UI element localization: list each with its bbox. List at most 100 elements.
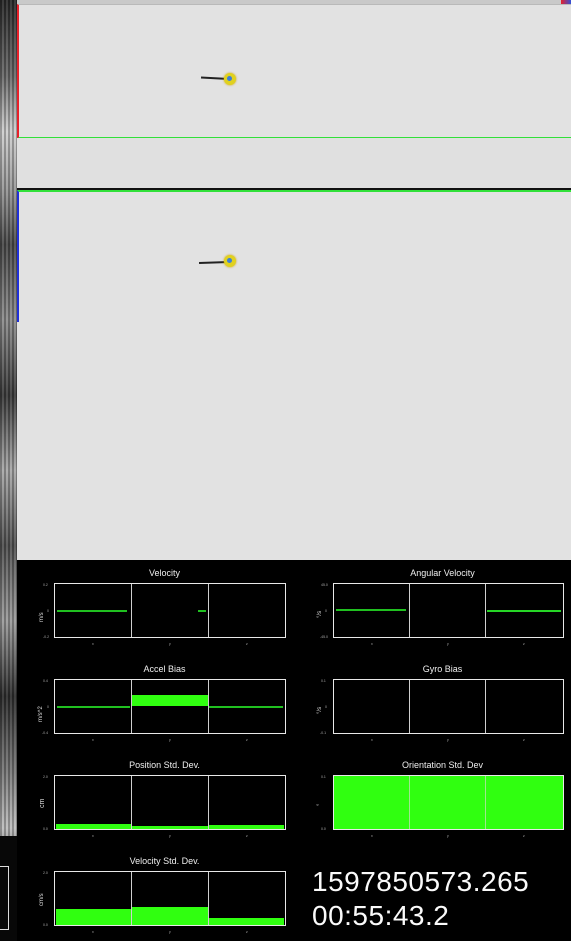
axis-divider — [409, 680, 410, 733]
y-tick: 0.2 — [43, 583, 48, 587]
y-tick: -0.2 — [43, 635, 50, 639]
axis-divider — [485, 776, 486, 829]
position-marker-icon — [224, 73, 236, 85]
y-tick: -0.1 — [320, 731, 327, 735]
orientation-std-plot: Orientation Std. Dev ° 0.1 0.0 x y z — [315, 760, 570, 842]
velocity-z-value — [198, 610, 206, 612]
angular-z-value — [487, 610, 561, 612]
x-tick: y — [169, 930, 171, 934]
plot-frame — [333, 775, 564, 830]
top-view-panel[interactable] — [17, 4, 571, 139]
gyro-bias-plot: Gyro Bias °/s 0.1 0 -0.1 x y z — [315, 664, 570, 746]
plot-title: Accel Bias — [143, 664, 186, 674]
y-tick: 2.0 — [43, 871, 48, 875]
camera-background-strip — [0, 0, 17, 941]
y-axis-label: °/s — [317, 610, 323, 618]
velocity-x-value — [57, 610, 127, 612]
x-tick: x — [92, 738, 94, 742]
x-tick: y — [447, 834, 449, 838]
position-std-plot: Position Std. Dev. cm 2.0 0.0 x y z — [37, 760, 292, 842]
velstd-x-bar — [56, 909, 131, 925]
plot-frame — [54, 871, 286, 926]
y-tick: 0.4 — [43, 679, 48, 683]
x-tick: x — [92, 834, 94, 838]
x-tick: z — [246, 738, 248, 742]
x-tick: y — [169, 738, 171, 742]
velstd-y-bar — [132, 907, 208, 925]
plot-title: Position Std. Dev. — [129, 760, 200, 770]
x-tick: x — [371, 834, 373, 838]
x-tick: x — [371, 738, 373, 742]
axis-divider — [208, 872, 209, 925]
orientation-fill — [334, 776, 563, 829]
plot-title: Orientation Std. Dev — [401, 760, 484, 770]
plot-frame — [54, 775, 286, 830]
angular-x-value — [336, 609, 406, 611]
x-tick: z — [523, 834, 525, 838]
y-tick: 0.1 — [321, 775, 326, 779]
accel-bias-plot: Accel Bias m/s^2 0.4 0 -0.4 x y z — [37, 664, 292, 746]
empty-view-area — [17, 322, 571, 560]
y-tick: 0.0 — [43, 923, 48, 927]
x-tick: x — [371, 642, 373, 646]
x-tick: z — [523, 738, 525, 742]
y-axis-label: m/s — [39, 612, 45, 622]
x-tick: z — [246, 834, 248, 838]
x-tick: y — [447, 642, 449, 646]
y-tick: 2.0 — [43, 775, 48, 779]
angular-velocity-plot: Angular Velocity °/s 45.0 0 -45.0 x y z — [315, 568, 570, 650]
panel-gap — [17, 138, 571, 188]
position-x-bar — [56, 824, 131, 829]
x-tick: y — [447, 738, 449, 742]
plot-title: Angular Velocity — [410, 568, 475, 578]
plot-frame — [333, 679, 564, 734]
position-y-bar — [132, 826, 208, 829]
axis-divider — [131, 584, 132, 637]
plot-frame — [333, 583, 564, 638]
y-axis-label: cm — [39, 798, 46, 808]
plot-title: Velocity — [148, 568, 181, 578]
axis-divider — [485, 680, 486, 733]
plot-frame — [54, 583, 286, 638]
x-tick: z — [523, 642, 525, 646]
x-tick: x — [92, 930, 94, 934]
x-tick: z — [246, 642, 248, 646]
y-tick: -0.4 — [42, 731, 49, 735]
y-tick: 0 — [47, 705, 49, 709]
accel-x-value — [57, 706, 130, 708]
x-tick: y — [169, 642, 171, 646]
x-tick: z — [246, 930, 248, 934]
axis-divider — [131, 776, 132, 829]
y-tick: 0 — [325, 705, 327, 709]
position-z-bar — [209, 825, 284, 829]
y-axis-label: m/s^2 — [38, 706, 44, 722]
axis-divider — [131, 872, 132, 925]
unix-timestamp: 1597850573.265 — [312, 866, 530, 897]
axis-divider — [409, 776, 410, 829]
velocity-plot: Velocity m/s 0.2 0 -0.2 x y z — [37, 568, 292, 650]
axis-divider — [131, 680, 132, 733]
axis-divider — [485, 584, 486, 637]
plot-title: Gyro Bias — [422, 664, 463, 674]
y-tick: 0.0 — [43, 827, 48, 831]
plot-frame — [54, 679, 286, 734]
y-tick: 0 — [47, 609, 49, 613]
y-tick: -45.0 — [320, 635, 328, 639]
side-view-panel[interactable] — [17, 190, 571, 323]
y-axis-label: cm/s — [39, 893, 45, 906]
y-axis-label: ° — [317, 803, 323, 806]
x-tick: x — [92, 642, 94, 646]
x-tick: y — [169, 834, 171, 838]
axis-divider — [409, 584, 410, 637]
y-tick: 45.0 — [321, 583, 328, 587]
accel-y-bar — [132, 695, 208, 706]
y-tick: 0.0 — [321, 827, 326, 831]
y-axis-label: °/s — [317, 706, 323, 714]
accel-z-value — [209, 706, 283, 708]
axis-divider — [208, 584, 209, 637]
elapsed-clock: 00:55:43.2 — [312, 900, 450, 931]
y-tick: 0.1 — [321, 679, 326, 683]
axis-divider — [208, 776, 209, 829]
velstd-z-bar — [209, 918, 284, 925]
velocity-std-plot: Velocity Std. Dev. cm/s 2.0 0.0 x y z — [37, 856, 292, 938]
